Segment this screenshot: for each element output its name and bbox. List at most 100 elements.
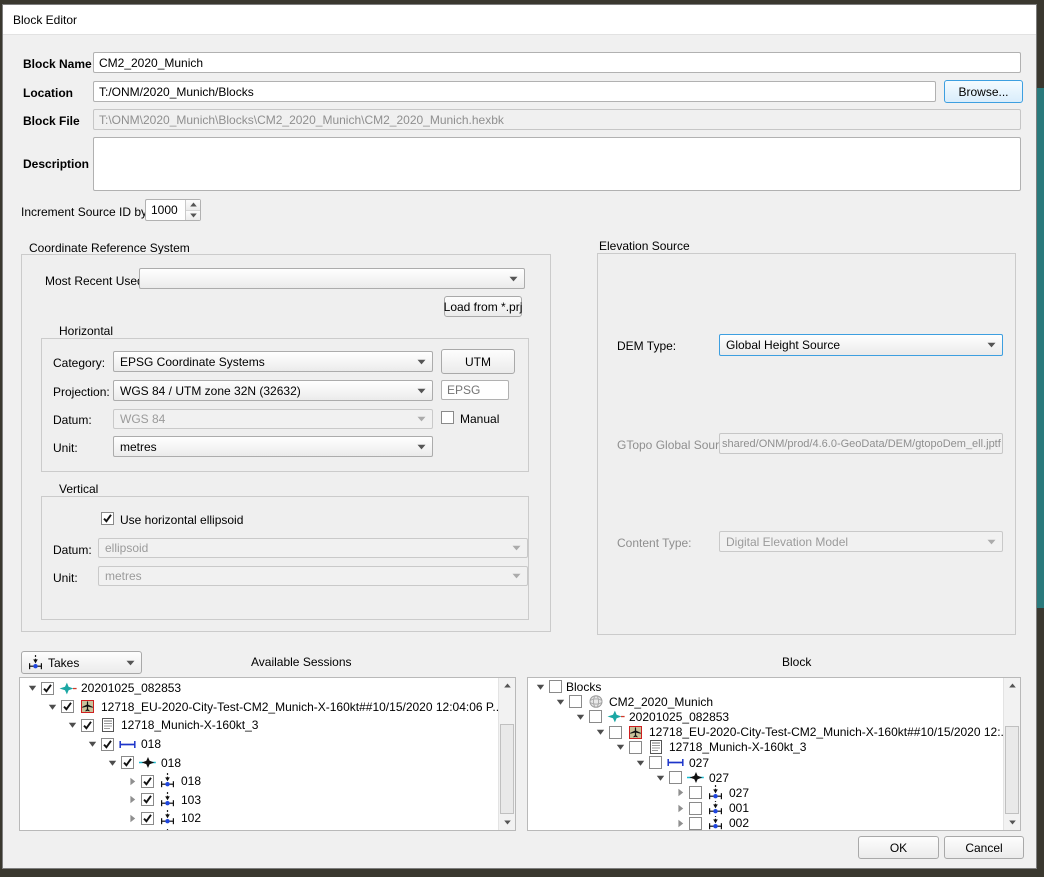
dem-type-combobox[interactable]: Global Height Source bbox=[719, 334, 1003, 356]
description-input[interactable] bbox=[93, 137, 1021, 191]
ok-button[interactable]: OK bbox=[858, 836, 939, 859]
take-icon bbox=[706, 785, 725, 800]
tree-row[interactable]: 103 bbox=[20, 791, 498, 810]
expander-open-icon[interactable] bbox=[65, 721, 79, 729]
session-icon bbox=[58, 682, 77, 695]
tree-label: 018 bbox=[141, 737, 161, 751]
scroll-thumb[interactable] bbox=[1005, 726, 1019, 814]
tree-checkbox[interactable] bbox=[569, 695, 582, 708]
tree-checkbox[interactable] bbox=[141, 793, 154, 806]
tree-label: 12718_Munich-X-160kt_3 bbox=[669, 740, 806, 754]
tree-label: 018 bbox=[181, 774, 201, 788]
tree-label: 027 bbox=[729, 786, 749, 800]
tree-row[interactable]: 20201025_082853 bbox=[20, 679, 498, 698]
gtopo-field: shared/ONM/prod/4.6.0-GeoData/DEM/gtopoD… bbox=[719, 433, 1003, 454]
expander-open-icon[interactable] bbox=[85, 740, 99, 748]
available-sessions-header: Available Sessions bbox=[251, 655, 352, 669]
epsg-input[interactable] bbox=[441, 380, 509, 400]
datum-label: Datum: bbox=[53, 413, 92, 427]
chevron-down-icon bbox=[417, 359, 426, 365]
expander-closed-icon[interactable] bbox=[125, 814, 139, 823]
location-input[interactable] bbox=[93, 81, 936, 102]
cancel-button[interactable]: Cancel bbox=[944, 836, 1024, 859]
tree-checkbox[interactable] bbox=[589, 710, 602, 723]
tree-checkbox[interactable] bbox=[629, 741, 642, 754]
tree-checkbox[interactable] bbox=[549, 680, 562, 693]
expander-open-icon[interactable] bbox=[45, 703, 59, 711]
expander-closed-icon[interactable] bbox=[673, 788, 687, 797]
tree-checkbox[interactable] bbox=[649, 756, 662, 769]
expander-open-icon[interactable] bbox=[573, 713, 587, 721]
expander-open-icon[interactable] bbox=[105, 759, 119, 767]
expander-open-icon[interactable] bbox=[25, 684, 39, 692]
tree-checkbox[interactable] bbox=[141, 775, 154, 788]
scroll-down-icon[interactable] bbox=[1004, 815, 1020, 830]
manual-checkbox[interactable] bbox=[441, 411, 454, 424]
projection-combobox[interactable]: WGS 84 / UTM zone 32N (32632) bbox=[113, 380, 433, 401]
expander-closed-icon[interactable] bbox=[125, 795, 139, 804]
block-name-input[interactable] bbox=[93, 52, 1021, 73]
utm-button[interactable]: UTM bbox=[441, 349, 515, 374]
tree-checkbox[interactable] bbox=[41, 682, 54, 695]
tree-checkbox[interactable] bbox=[141, 812, 154, 825]
tree-checkbox[interactable] bbox=[609, 726, 622, 739]
tree-row[interactable]: 12718_EU-2020-City-Test-CM2_Munich-X-160… bbox=[528, 725, 1003, 740]
tree-checkbox[interactable] bbox=[689, 786, 702, 799]
tree-checkbox[interactable] bbox=[689, 802, 702, 815]
expander-open-icon[interactable] bbox=[553, 698, 567, 706]
location-label: Location bbox=[23, 86, 73, 100]
expander-closed-icon[interactable] bbox=[125, 777, 139, 786]
spin-up-icon[interactable] bbox=[186, 200, 200, 211]
available-sessions-tree[interactable]: 20201025_08285312718_EU-2020-City-Test-C… bbox=[19, 677, 516, 831]
tree-row[interactable]: Blocks bbox=[528, 679, 1003, 694]
scroll-up-icon[interactable] bbox=[499, 678, 515, 693]
sessions-tree-scrollbar[interactable] bbox=[498, 678, 515, 830]
tree-checkbox[interactable] bbox=[101, 738, 114, 751]
category-combobox[interactable]: EPSG Coordinate Systems bbox=[113, 351, 433, 372]
use-horizontal-ellipsoid-checkbox[interactable] bbox=[101, 512, 114, 525]
expander-open-icon[interactable] bbox=[653, 774, 667, 782]
expander-closed-icon[interactable] bbox=[673, 804, 687, 813]
take-icon bbox=[706, 816, 725, 830]
unit-combobox[interactable]: metres bbox=[113, 436, 433, 457]
scroll-down-icon[interactable] bbox=[499, 815, 515, 830]
tree-label: 002 bbox=[729, 816, 749, 830]
spin-down-icon[interactable] bbox=[186, 211, 200, 221]
tree-checkbox[interactable] bbox=[689, 817, 702, 830]
tree-row[interactable] bbox=[20, 828, 498, 830]
takes-dropdown-button[interactable]: Takes bbox=[21, 651, 142, 674]
scroll-thumb[interactable] bbox=[500, 724, 514, 814]
tree-row[interactable]: 12718_EU-2020-City-Test-CM2_Munich-X-160… bbox=[20, 698, 498, 717]
tree-row[interactable]: 027 bbox=[528, 785, 1003, 800]
chevron-down-icon bbox=[417, 416, 426, 422]
tree-row[interactable]: 001 bbox=[528, 801, 1003, 816]
scroll-up-icon[interactable] bbox=[1004, 678, 1020, 693]
tree-row[interactable]: 018 bbox=[20, 772, 498, 791]
tree-checkbox[interactable] bbox=[61, 700, 74, 713]
tree-label: 018 bbox=[161, 756, 181, 770]
tree-row[interactable]: CM2_2020_Munich bbox=[528, 694, 1003, 709]
most-recent-used-combobox[interactable] bbox=[139, 268, 525, 289]
tree-row[interactable]: 027 bbox=[528, 770, 1003, 785]
block-tree-scrollbar[interactable] bbox=[1003, 678, 1020, 830]
tree-row[interactable]: 018 bbox=[20, 735, 498, 754]
increment-spinbox[interactable]: 1000 bbox=[145, 199, 201, 221]
tree-checkbox[interactable] bbox=[669, 771, 682, 784]
tree-row[interactable]: 12718_Munich-X-160kt_3 bbox=[528, 740, 1003, 755]
expander-open-icon[interactable] bbox=[593, 728, 607, 736]
tree-checkbox[interactable] bbox=[81, 719, 94, 732]
tree-checkbox[interactable] bbox=[121, 756, 134, 769]
expander-open-icon[interactable] bbox=[633, 759, 647, 767]
tree-row[interactable]: 002 bbox=[528, 816, 1003, 830]
load-prj-button[interactable]: Load from *.prj bbox=[444, 296, 522, 317]
tree-row[interactable]: 20201025_082853 bbox=[528, 709, 1003, 724]
tree-row[interactable]: 102 bbox=[20, 809, 498, 828]
tree-row[interactable]: 12718_Munich-X-160kt_3 bbox=[20, 716, 498, 735]
tree-row[interactable]: 027 bbox=[528, 755, 1003, 770]
block-tree[interactable]: BlocksCM2_2020_Munich20201025_0828531271… bbox=[527, 677, 1021, 831]
browse-button[interactable]: Browse... bbox=[944, 80, 1023, 103]
expander-open-icon[interactable] bbox=[613, 743, 627, 751]
expander-open-icon[interactable] bbox=[533, 683, 547, 691]
expander-closed-icon[interactable] bbox=[673, 819, 687, 828]
tree-row[interactable]: 018 bbox=[20, 753, 498, 772]
